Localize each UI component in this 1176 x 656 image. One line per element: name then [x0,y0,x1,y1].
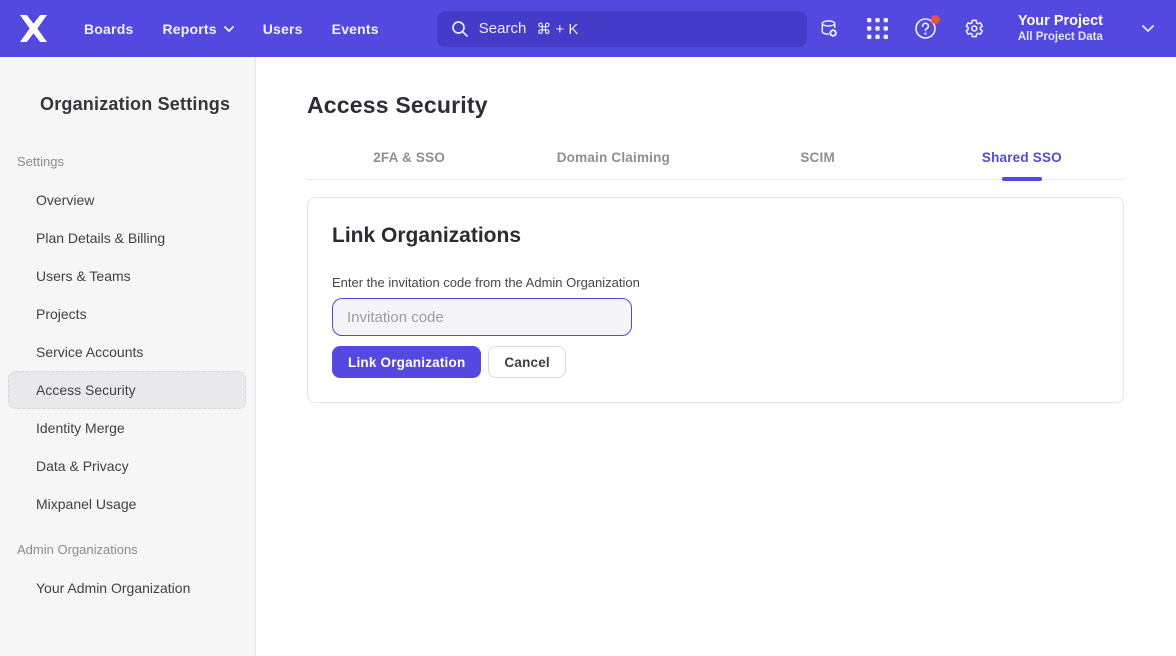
invitation-code-input[interactable] [332,298,632,336]
nav-item-label: Users [263,21,303,37]
sidebar-title: Organization Settings [40,94,255,115]
search-placeholder: Search [479,20,527,38]
tab-shared-sso[interactable]: Shared SSO [920,150,1124,179]
project-switcher[interactable]: Your Project All Project Data [1018,12,1103,45]
nav-item-label: Reports [162,21,216,37]
main-content: Access Security 2FA & SSO Domain Claimin… [256,57,1176,656]
page-title: Access Security [307,92,1124,119]
project-scope: All Project Data [1018,30,1103,45]
nav-item-boards[interactable]: Boards [84,21,133,37]
tab-bar: 2FA & SSO Domain Claiming SCIM Shared SS… [307,150,1124,180]
nav-right-group: Your Project All Project Data [818,12,1154,45]
project-name: Your Project [1018,12,1103,30]
active-tab-indicator [1002,177,1042,181]
notification-dot [931,15,940,24]
sidebar-item-access-security[interactable]: Access Security [8,371,246,409]
sidebar-item-mixpanel-usage[interactable]: Mixpanel Usage [8,485,246,523]
sidebar-item-plan-details-billing[interactable]: Plan Details & Billing [8,219,246,257]
project-chevron-down-icon[interactable] [1142,25,1154,32]
tab-scim[interactable]: SCIM [716,150,920,179]
sidebar-item-overview[interactable]: Overview [8,181,246,219]
data-management-icon[interactable] [818,17,841,40]
card-title: Link Organizations [332,224,1099,248]
tab-label: Domain Claiming [557,150,670,165]
sidebar-item-your-admin-organization[interactable]: Your Admin Organization [8,569,246,607]
card-actions: Link Organization Cancel [332,346,1099,378]
primary-nav: Boards Reports Users Events [84,21,379,37]
cancel-button[interactable]: Cancel [488,346,565,378]
apps-grid-icon[interactable] [866,17,889,40]
sidebar-settings-list: Overview Plan Details & Billing Users & … [0,181,255,523]
tab-domain-claiming[interactable]: Domain Claiming [511,150,715,179]
nav-item-users[interactable]: Users [263,21,303,37]
search-input[interactable]: Search ⌘ + K [437,11,807,47]
sidebar-item-service-accounts[interactable]: Service Accounts [8,333,246,371]
nav-item-label: Events [332,21,379,37]
nav-item-label: Boards [84,21,133,37]
link-organization-button[interactable]: Link Organization [332,346,481,378]
tab-2fa-sso[interactable]: 2FA & SSO [307,150,511,179]
sidebar-item-identity-merge[interactable]: Identity Merge [8,409,246,447]
tab-label: SCIM [800,150,835,165]
tab-label: 2FA & SSO [373,150,445,165]
sidebar-item-projects[interactable]: Projects [8,295,246,333]
tab-label: Shared SSO [982,150,1062,165]
sidebar-admin-list: Your Admin Organization [0,569,255,607]
search-shortcut: ⌘ + K [536,20,578,38]
sidebar-section-settings: Settings [17,154,255,169]
top-navigation: Boards Reports Users Events Search ⌘ + K [0,0,1176,57]
nav-item-events[interactable]: Events [332,21,379,37]
settings-sidebar: Organization Settings Settings Overview … [0,57,256,656]
mixpanel-logo[interactable] [20,15,47,42]
help-icon[interactable] [914,17,937,40]
settings-gear-icon[interactable] [962,17,985,40]
invitation-code-label: Enter the invitation code from the Admin… [332,275,1099,290]
search-icon [451,20,469,38]
chevron-down-icon [224,26,234,32]
link-organizations-card: Link Organizations Enter the invitation … [307,197,1124,403]
sidebar-item-data-privacy[interactable]: Data & Privacy [8,447,246,485]
sidebar-section-admin-organizations: Admin Organizations [17,542,255,557]
sidebar-item-users-teams[interactable]: Users & Teams [8,257,246,295]
nav-item-reports[interactable]: Reports [162,21,233,37]
